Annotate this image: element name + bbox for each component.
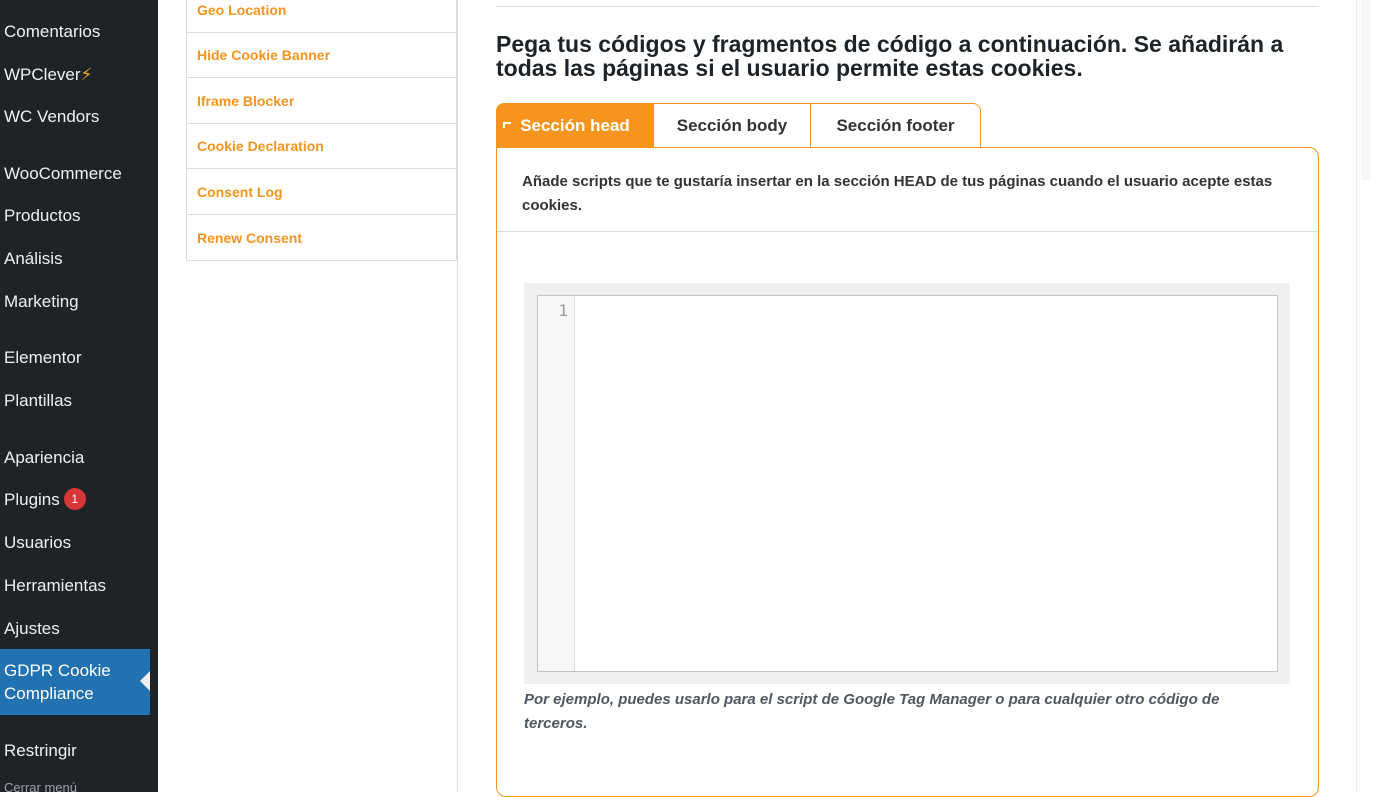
usage-hint: Por ejemplo, puedes usarlo para el scrip… (524, 691, 1220, 732)
code-editor[interactable]: 1 (537, 295, 1278, 672)
sidebar-item-gdpr-cookie-compliance[interactable]: GDPR Cookie Compliance (0, 649, 150, 715)
sidebar-item-label: WC Vendors (4, 107, 100, 126)
sidebar-item-productos[interactable]: Productos (0, 196, 158, 236)
sidebar-item-label: Plantillas (4, 391, 73, 410)
line-number: 1 (558, 301, 568, 320)
main-content: Pega tus códigos y fragmentos de código … (458, 0, 1356, 797)
sub-nav-label: Renew Consent (197, 229, 303, 246)
panel-divider (497, 231, 1318, 232)
sidebar-item-herramientas[interactable]: Herramientas (0, 566, 158, 606)
sidebar-item-label: Análisis (4, 249, 63, 268)
sidebar-item-ajustes[interactable]: Ajustes (0, 609, 158, 649)
sidebar-item-wpclever[interactable]: WPClever⚡ (0, 55, 158, 95)
page-scrollbar[interactable] (1356, 0, 1374, 792)
sub-nav-label: Hide Cookie Banner (197, 47, 331, 63)
sub-nav-label: Cookie Declaration (197, 138, 324, 154)
section-divider (496, 6, 1319, 7)
sub-nav-hide-cookie-banner[interactable]: Hide Cookie Banner (187, 33, 457, 78)
sidebar-item-restringir[interactable]: Restringir (0, 731, 158, 771)
settings-sub-nav: Geo Location Hide Cookie Banner Iframe B… (186, 0, 457, 261)
sidebar-item-plantillas[interactable]: Plantillas (0, 381, 158, 421)
sidebar-item-label: Marketing (4, 292, 79, 311)
admin-sidebar: Comentarios WPClever⚡ WC Vendors WooComm… (0, 0, 158, 792)
sidebar-item-marketing[interactable]: Marketing (0, 282, 158, 322)
sidebar-item-label: Elementor (4, 348, 82, 367)
sidebar-item-usuarios[interactable]: Usuarios (0, 523, 158, 563)
sub-nav-label: Iframe Blocker (197, 93, 295, 109)
lightning-icon: ⚡ (80, 65, 93, 84)
sidebar-item-label: Restringir (4, 741, 77, 760)
sidebar-item-label: GDPR Cookie Compliance (4, 661, 111, 703)
code-editor-container: 1 (524, 283, 1290, 684)
corner-icon (503, 122, 511, 128)
sub-nav-geo-location[interactable]: Geo Location (187, 0, 457, 33)
tab-label: Sección footer (836, 116, 955, 135)
tab-label: Sección head (520, 116, 630, 135)
sidebar-item-label: Productos (4, 206, 81, 225)
scrollbar-thumb[interactable] (1361, 0, 1371, 180)
tab-body-section[interactable]: Sección body (653, 103, 811, 148)
sidebar-item-label: Ajustes (4, 619, 60, 638)
sidebar-item-apariencia[interactable]: Apariencia (0, 438, 158, 478)
sub-nav-cookie-declaration[interactable]: Cookie Declaration (187, 124, 457, 169)
sidebar-item-elementor[interactable]: Elementor (0, 338, 158, 378)
sub-nav-label: Geo Location (197, 2, 287, 18)
sidebar-item-plugins[interactable]: Plugins 1 (0, 480, 158, 520)
tab-footer-section[interactable]: Sección footer (810, 103, 981, 148)
code-input-area[interactable] (575, 296, 1277, 671)
content-gutter (158, 0, 186, 792)
tab-head-section[interactable]: Sección head (496, 103, 654, 148)
sidebar-item-label: Herramientas (4, 576, 107, 595)
sidebar-item-analisis[interactable]: Análisis (0, 239, 158, 279)
line-number-gutter: 1 (538, 296, 575, 671)
collapse-menu-button[interactable]: Cerrar menú (4, 780, 77, 792)
sub-nav-label: Consent Log (197, 184, 283, 200)
sub-nav-consent-log[interactable]: Consent Log (187, 170, 457, 215)
sidebar-item-wc-vendors[interactable]: WC Vendors (0, 97, 158, 137)
sub-nav-iframe-blocker[interactable]: Iframe Blocker (187, 79, 457, 124)
sidebar-item-comentarios[interactable]: Comentarios (0, 12, 158, 52)
sidebar-item-label: Usuarios (4, 533, 72, 552)
sub-nav-renew-consent[interactable]: Renew Consent (187, 215, 457, 260)
update-count-badge: 1 (63, 488, 86, 510)
head-scripts-panel: Añade scripts que te gustaría insertar e… (496, 147, 1319, 797)
sidebar-item-label: WooCommerce (4, 164, 122, 183)
sidebar-item-label: Plugins (4, 490, 60, 509)
sidebar-item-label: Comentarios (4, 22, 101, 41)
page-title: Pega tus códigos y fragmentos de código … (496, 31, 1284, 81)
sidebar-item-woocommerce[interactable]: WooCommerce (0, 154, 158, 194)
sidebar-item-label: WPClever (4, 65, 81, 84)
sidebar-item-label: Apariencia (4, 448, 85, 467)
panel-description: Añade scripts que te gustaría insertar e… (522, 173, 1273, 214)
tab-label: Sección body (676, 116, 788, 135)
